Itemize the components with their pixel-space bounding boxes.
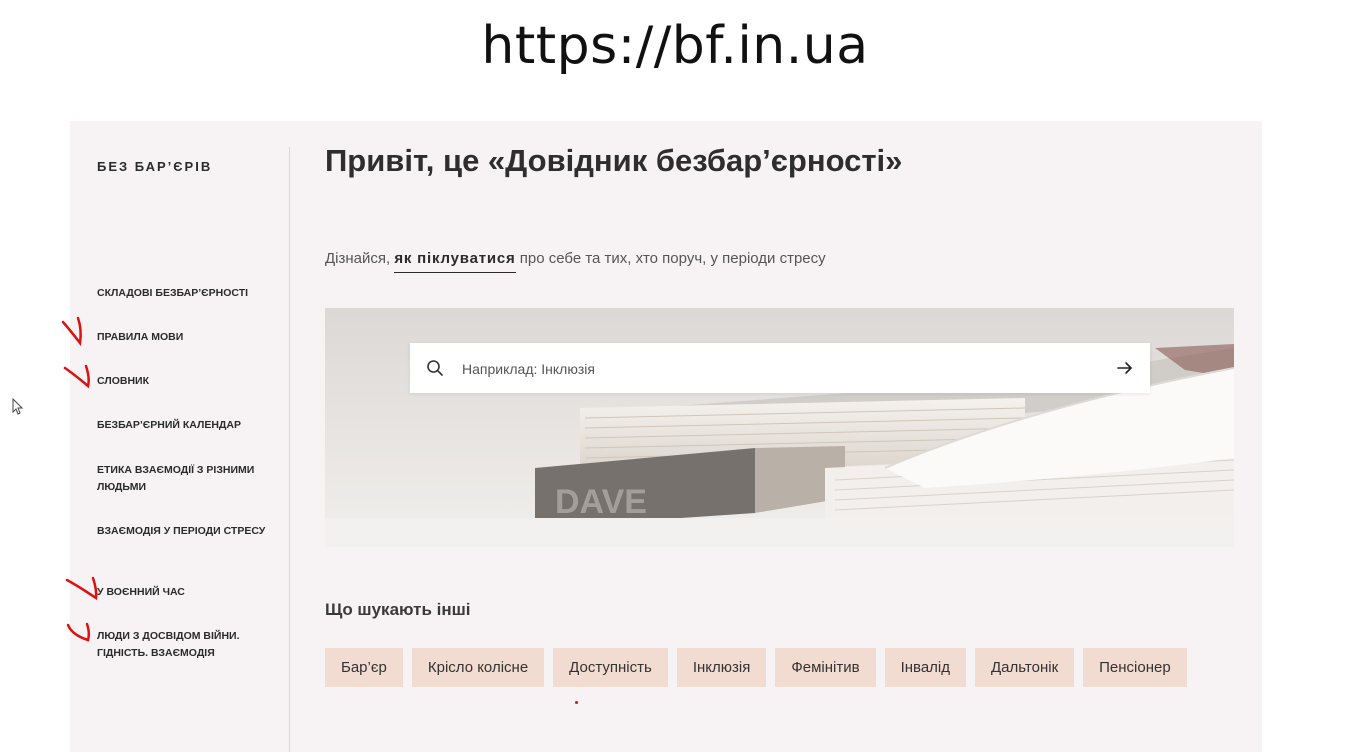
annotation-dot	[575, 701, 578, 704]
popular-searches-heading: Що шукають інші	[325, 600, 471, 619]
nav-item-war-experience[interactable]: ЛЮДИ З ДОСВІДОМ ВІЙНИ. ГІДНІСТЬ. ВЗАЄМОД…	[97, 628, 267, 662]
website-frame: БЕЗ БАР’ЄРІВ СКЛАДОВІ БЕЗБАР’ЄРНОСТІ ПРА…	[70, 121, 1262, 752]
search-input[interactable]	[460, 353, 1084, 385]
nav-item-calendar[interactable]: БЕЗБАР’ЄРНИЙ КАЛЕНДАР	[97, 417, 267, 434]
nav-item-wartime[interactable]: У ВОЄННИЙ ЧАС	[97, 584, 267, 601]
tag-button[interactable]: Фемінітив	[775, 648, 876, 687]
self-care-link[interactable]: як піклуватися	[394, 250, 516, 273]
intro-text: Дізнайся, як піклуватися про себе та тих…	[325, 250, 826, 273]
nav-item-ethics[interactable]: ЕТИКА ВЗАЄМОДІЇ З РІЗНИМИ ЛЮДЬМИ	[97, 462, 267, 496]
tag-button[interactable]: Доступність	[553, 648, 668, 687]
tag-button[interactable]: Крісло колісне	[411, 648, 545, 687]
tag-button[interactable]: Бар’єр	[325, 648, 403, 687]
mouse-pointer-icon	[12, 398, 24, 415]
svg-text:DAVE: DAVE	[555, 483, 647, 521]
nav-item-language-rules[interactable]: ПРАВИЛА МОВИ	[97, 329, 267, 346]
popular-tags: Бар’єр Крісло колісне Доступність Інклюз…	[325, 648, 1187, 687]
page-title: Привіт, це «Довідник безбар’єрності»	[325, 143, 903, 178]
tag-button[interactable]: Дальтонік	[975, 648, 1075, 687]
nav-item-dictionary[interactable]: СЛОВНИК	[97, 373, 267, 390]
sidebar-divider	[289, 147, 290, 752]
slide-url-title: https://bf.in.ua	[481, 16, 869, 76]
site-logo[interactable]: БЕЗ БАР’ЄРІВ	[97, 159, 212, 174]
nav-item-stress[interactable]: ВЗАЄМОДІЯ У ПЕРІОДИ СТРЕСУ	[97, 523, 267, 540]
arrow-right-icon[interactable]	[1116, 359, 1134, 377]
search-icon	[427, 360, 443, 376]
tag-button[interactable]: Інклюзія	[676, 648, 767, 687]
nav-item-components[interactable]: СКЛАДОВІ БЕЗБАР’ЄРНОСТІ	[97, 285, 267, 302]
tag-button[interactable]: Інвалід	[884, 648, 967, 687]
intro-after: про себе та тих, хто поруч, у періоди ст…	[515, 250, 826, 267]
hero-banner: DAVE	[325, 308, 1234, 547]
intro-before: Дізнайся,	[325, 250, 395, 267]
tag-button[interactable]: Пенсіонер	[1083, 648, 1187, 687]
search-box	[410, 343, 1150, 393]
